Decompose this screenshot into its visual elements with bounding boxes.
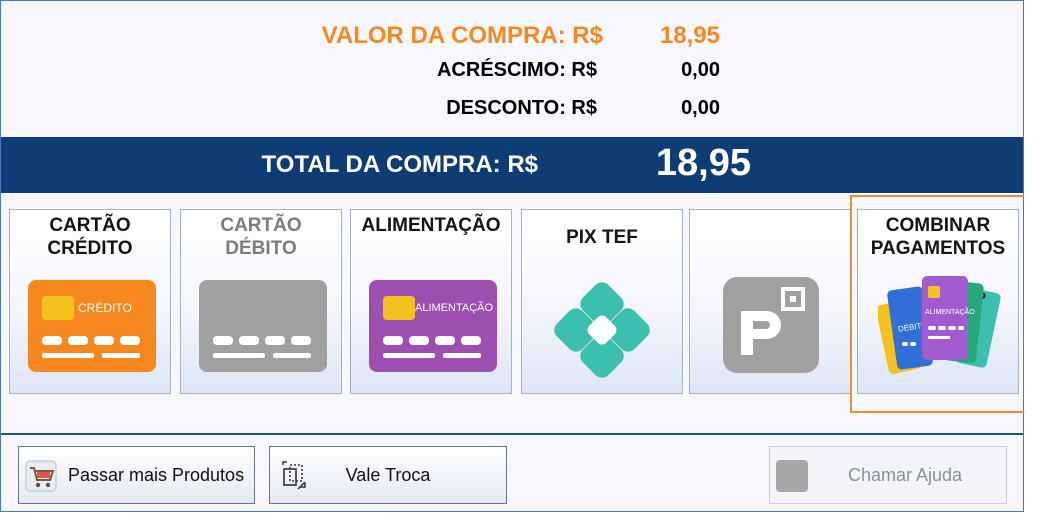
pix-icon bbox=[554, 282, 650, 378]
acrescimo-label: ACRÉSCIMO: R$ bbox=[436, 59, 597, 81]
help-icon bbox=[776, 460, 808, 492]
meal-card-icon: ALIMENTAÇÃO bbox=[369, 280, 497, 372]
total-value: 18,95 bbox=[655, 142, 751, 184]
valor-value: 18,95 bbox=[659, 22, 720, 49]
acrescimo-value: 0,00 bbox=[681, 59, 720, 81]
card-chip-icon bbox=[383, 296, 415, 320]
picpay-icon bbox=[723, 277, 819, 373]
vale-troca-label: Vale Troca bbox=[345, 465, 431, 485]
payment-meal-label: ALIMENTAÇÃO bbox=[361, 215, 501, 236]
selected-payment-highlight bbox=[850, 195, 1036, 413]
total-label: TOTAL DA COMPRA: R$ bbox=[261, 151, 538, 178]
help-button[interactable]: Chamar Ajuda bbox=[769, 446, 1007, 504]
payment-meal-button[interactable]: ALIMENTAÇÃO ALIMENTAÇÃO bbox=[350, 209, 512, 394]
credit-card-icon: CRÉDITO bbox=[28, 280, 156, 372]
window-edge bbox=[1024, 0, 1037, 514]
payment-pix-label: PIX TEF bbox=[566, 227, 638, 248]
meal-card-text: ALIMENTAÇÃO bbox=[415, 302, 494, 314]
debit-card-icon bbox=[199, 280, 327, 372]
purchase-summary: VALOR DA COMPRA: R$ 18,95 ACRÉSCIMO: R$ … bbox=[1, 1, 1023, 137]
payment-debit-label: CARTÃO DÉBITO bbox=[220, 215, 302, 259]
credit-card-text: CRÉDITO bbox=[78, 301, 132, 315]
payment-picpay-button[interactable] bbox=[689, 209, 851, 394]
more-products-button[interactable]: Passar mais Produtos bbox=[18, 446, 255, 504]
card-chip-icon bbox=[42, 296, 74, 320]
help-label: Chamar Ajuda bbox=[848, 465, 963, 485]
vale-troca-button[interactable]: Vale Troca bbox=[269, 446, 507, 504]
payment-pix-button[interactable]: PIX TEF bbox=[521, 209, 683, 394]
desconto-label: DESCONTO: R$ bbox=[446, 97, 597, 119]
payment-credit-label: CARTÃO CRÉDITO bbox=[47, 215, 133, 259]
payment-credit-button[interactable]: CARTÃO CRÉDITO CRÉDITO bbox=[9, 209, 171, 394]
desconto-value: 0,00 bbox=[681, 97, 720, 119]
total-bar: TOTAL DA COMPRA: R$ 18,95 bbox=[1, 137, 1023, 193]
valor-label: VALOR DA COMPRA: R$ bbox=[321, 22, 603, 49]
payment-screen: VALOR DA COMPRA: R$ 18,95 ACRÉSCIMO: R$ … bbox=[0, 0, 1037, 514]
shopping-cart-icon bbox=[25, 460, 57, 492]
payment-debit-button[interactable]: CARTÃO DÉBITO bbox=[180, 209, 342, 394]
more-products-label: Passar mais Produtos bbox=[68, 465, 245, 485]
